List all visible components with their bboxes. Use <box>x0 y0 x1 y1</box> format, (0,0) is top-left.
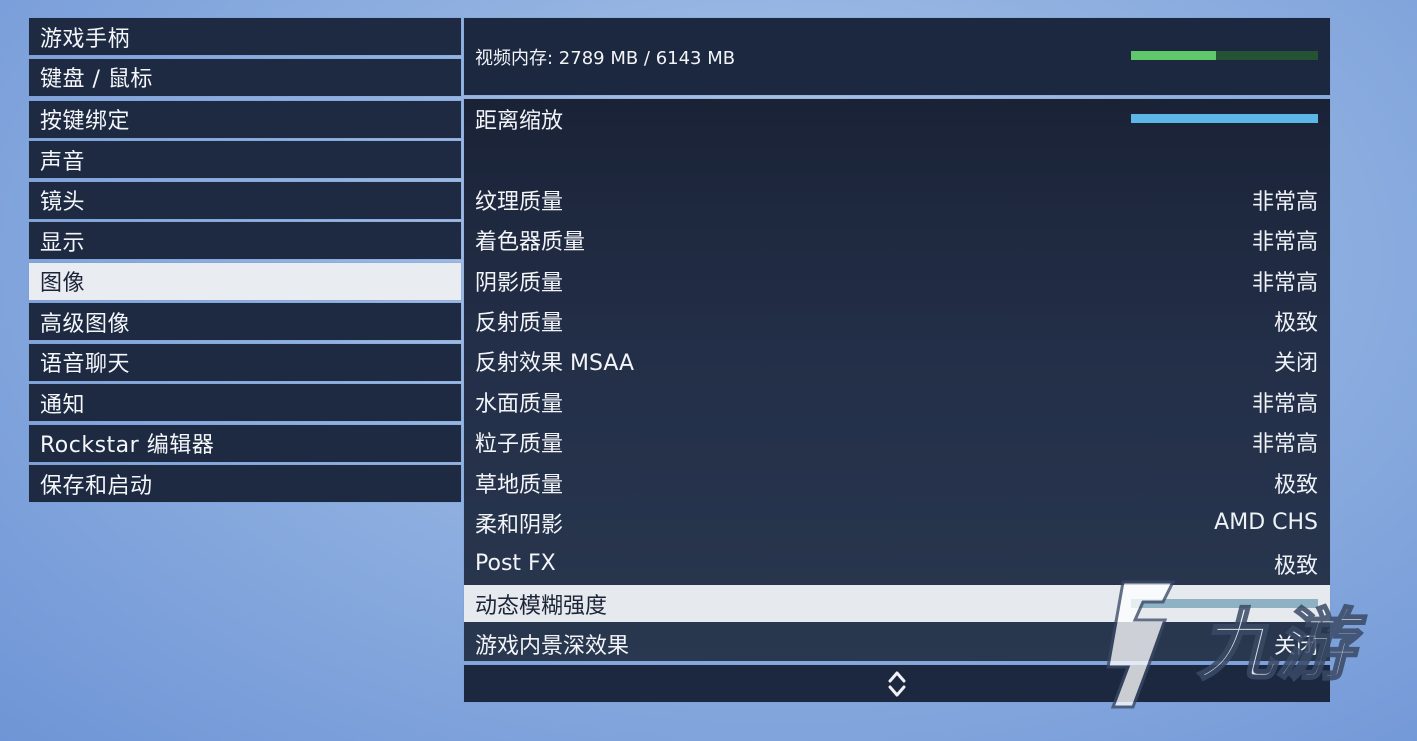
video-memory-bar-fill <box>1131 51 1216 60</box>
setting-shader-quality[interactable]: 着色器质量 非常高 <box>464 221 1330 258</box>
setting-label: 反射质量 <box>475 310 564 336</box>
setting-value: 极致 <box>1273 553 1318 579</box>
setting-label: 阴影质量 <box>475 270 564 296</box>
setting-label: 粒子质量 <box>475 431 564 457</box>
setting-particle-quality[interactable]: 粒子质量 非常高 <box>464 423 1330 460</box>
menu-item-gamepad[interactable]: 游戏手柄 <box>29 18 461 55</box>
setting-label: 距离缩放 <box>475 108 564 134</box>
video-memory-bar <box>1131 51 1318 60</box>
setting-label: 水面质量 <box>475 391 564 417</box>
setting-water-quality[interactable]: 水面质量 非常高 <box>464 383 1330 420</box>
setting-value: 极致 <box>1273 310 1318 336</box>
setting-grass-quality[interactable]: 草地质量 极致 <box>464 464 1330 501</box>
setting-value: 关闭 <box>1273 633 1318 659</box>
scroll-indicator[interactable] <box>464 665 1330 702</box>
menu-item-voice-chat[interactable]: 语音聊天 <box>29 343 461 381</box>
motion-blur-slider[interactable] <box>1131 599 1318 608</box>
setting-label: Post FX <box>475 551 556 576</box>
setting-label: 动态模糊强度 <box>475 593 608 619</box>
menu-item-keybindings[interactable]: 按键绑定 <box>29 100 461 138</box>
settings-category-menu: 游戏手柄 键盘 / 鼠标 按键绑定 声音 镜头 显示 图像 高级图像 语音聊天 … <box>29 18 461 506</box>
setting-value: 非常高 <box>1251 270 1318 296</box>
menu-item-display[interactable]: 显示 <box>29 222 461 259</box>
video-memory-label: 视频内存: 2789 MB / 6143 MB <box>475 47 736 69</box>
setting-soft-shadows[interactable]: 柔和阴影 AMD CHS <box>464 504 1330 541</box>
distance-scaling-slider[interactable] <box>1131 114 1318 123</box>
setting-label: 反射效果 MSAA <box>475 350 635 376</box>
menu-item-audio[interactable]: 声音 <box>29 141 461 178</box>
graphics-settings-panel: 距离缩放 纹理质量 非常高 着色器质量 非常高 阴影质量 非常高 反射质量 极致… <box>464 99 1330 661</box>
setting-reflection-quality[interactable]: 反射质量 极致 <box>464 302 1330 339</box>
setting-label: 草地质量 <box>475 472 564 498</box>
setting-value: 非常高 <box>1251 229 1318 255</box>
setting-value: 非常高 <box>1251 431 1318 457</box>
menu-item-saving-startup[interactable]: 保存和启动 <box>29 465 461 502</box>
scroll-updown-icon <box>888 671 906 696</box>
setting-value: AMD CHS <box>1214 510 1318 535</box>
setting-reflection-msaa[interactable]: 反射效果 MSAA 关闭 <box>464 342 1330 379</box>
setting-depth-of-field[interactable]: 游戏内景深效果 关闭 <box>464 625 1330 662</box>
video-memory-panel: 视频内存: 2789 MB / 6143 MB <box>464 18 1330 95</box>
menu-item-notifications[interactable]: 通知 <box>29 384 461 421</box>
setting-value: 非常高 <box>1251 391 1318 417</box>
setting-texture-quality[interactable]: 纹理质量 非常高 <box>464 181 1330 218</box>
menu-item-keyboard-mouse[interactable]: 键盘 / 鼠标 <box>29 58 461 96</box>
setting-motion-blur-strength[interactable]: 动态模糊强度 <box>464 585 1330 622</box>
setting-label: 纹理质量 <box>475 189 564 215</box>
setting-value: 关闭 <box>1273 350 1318 376</box>
setting-label: 柔和阴影 <box>475 512 564 538</box>
menu-item-rockstar-editor[interactable]: Rockstar 编辑器 <box>29 424 461 462</box>
setting-label: 游戏内景深效果 <box>475 633 630 659</box>
setting-shadow-quality[interactable]: 阴影质量 非常高 <box>464 262 1330 299</box>
setting-post-fx[interactable]: Post FX 极致 <box>464 545 1330 582</box>
menu-item-camera[interactable]: 镜头 <box>29 181 461 219</box>
menu-item-advanced-graphics[interactable]: 高级图像 <box>29 303 461 340</box>
setting-distance-scaling[interactable]: 距离缩放 <box>464 100 1330 137</box>
setting-label: 着色器质量 <box>475 229 586 255</box>
setting-value: 非常高 <box>1251 189 1318 215</box>
setting-value: 极致 <box>1273 472 1318 498</box>
menu-item-graphics[interactable]: 图像 <box>29 262 461 300</box>
